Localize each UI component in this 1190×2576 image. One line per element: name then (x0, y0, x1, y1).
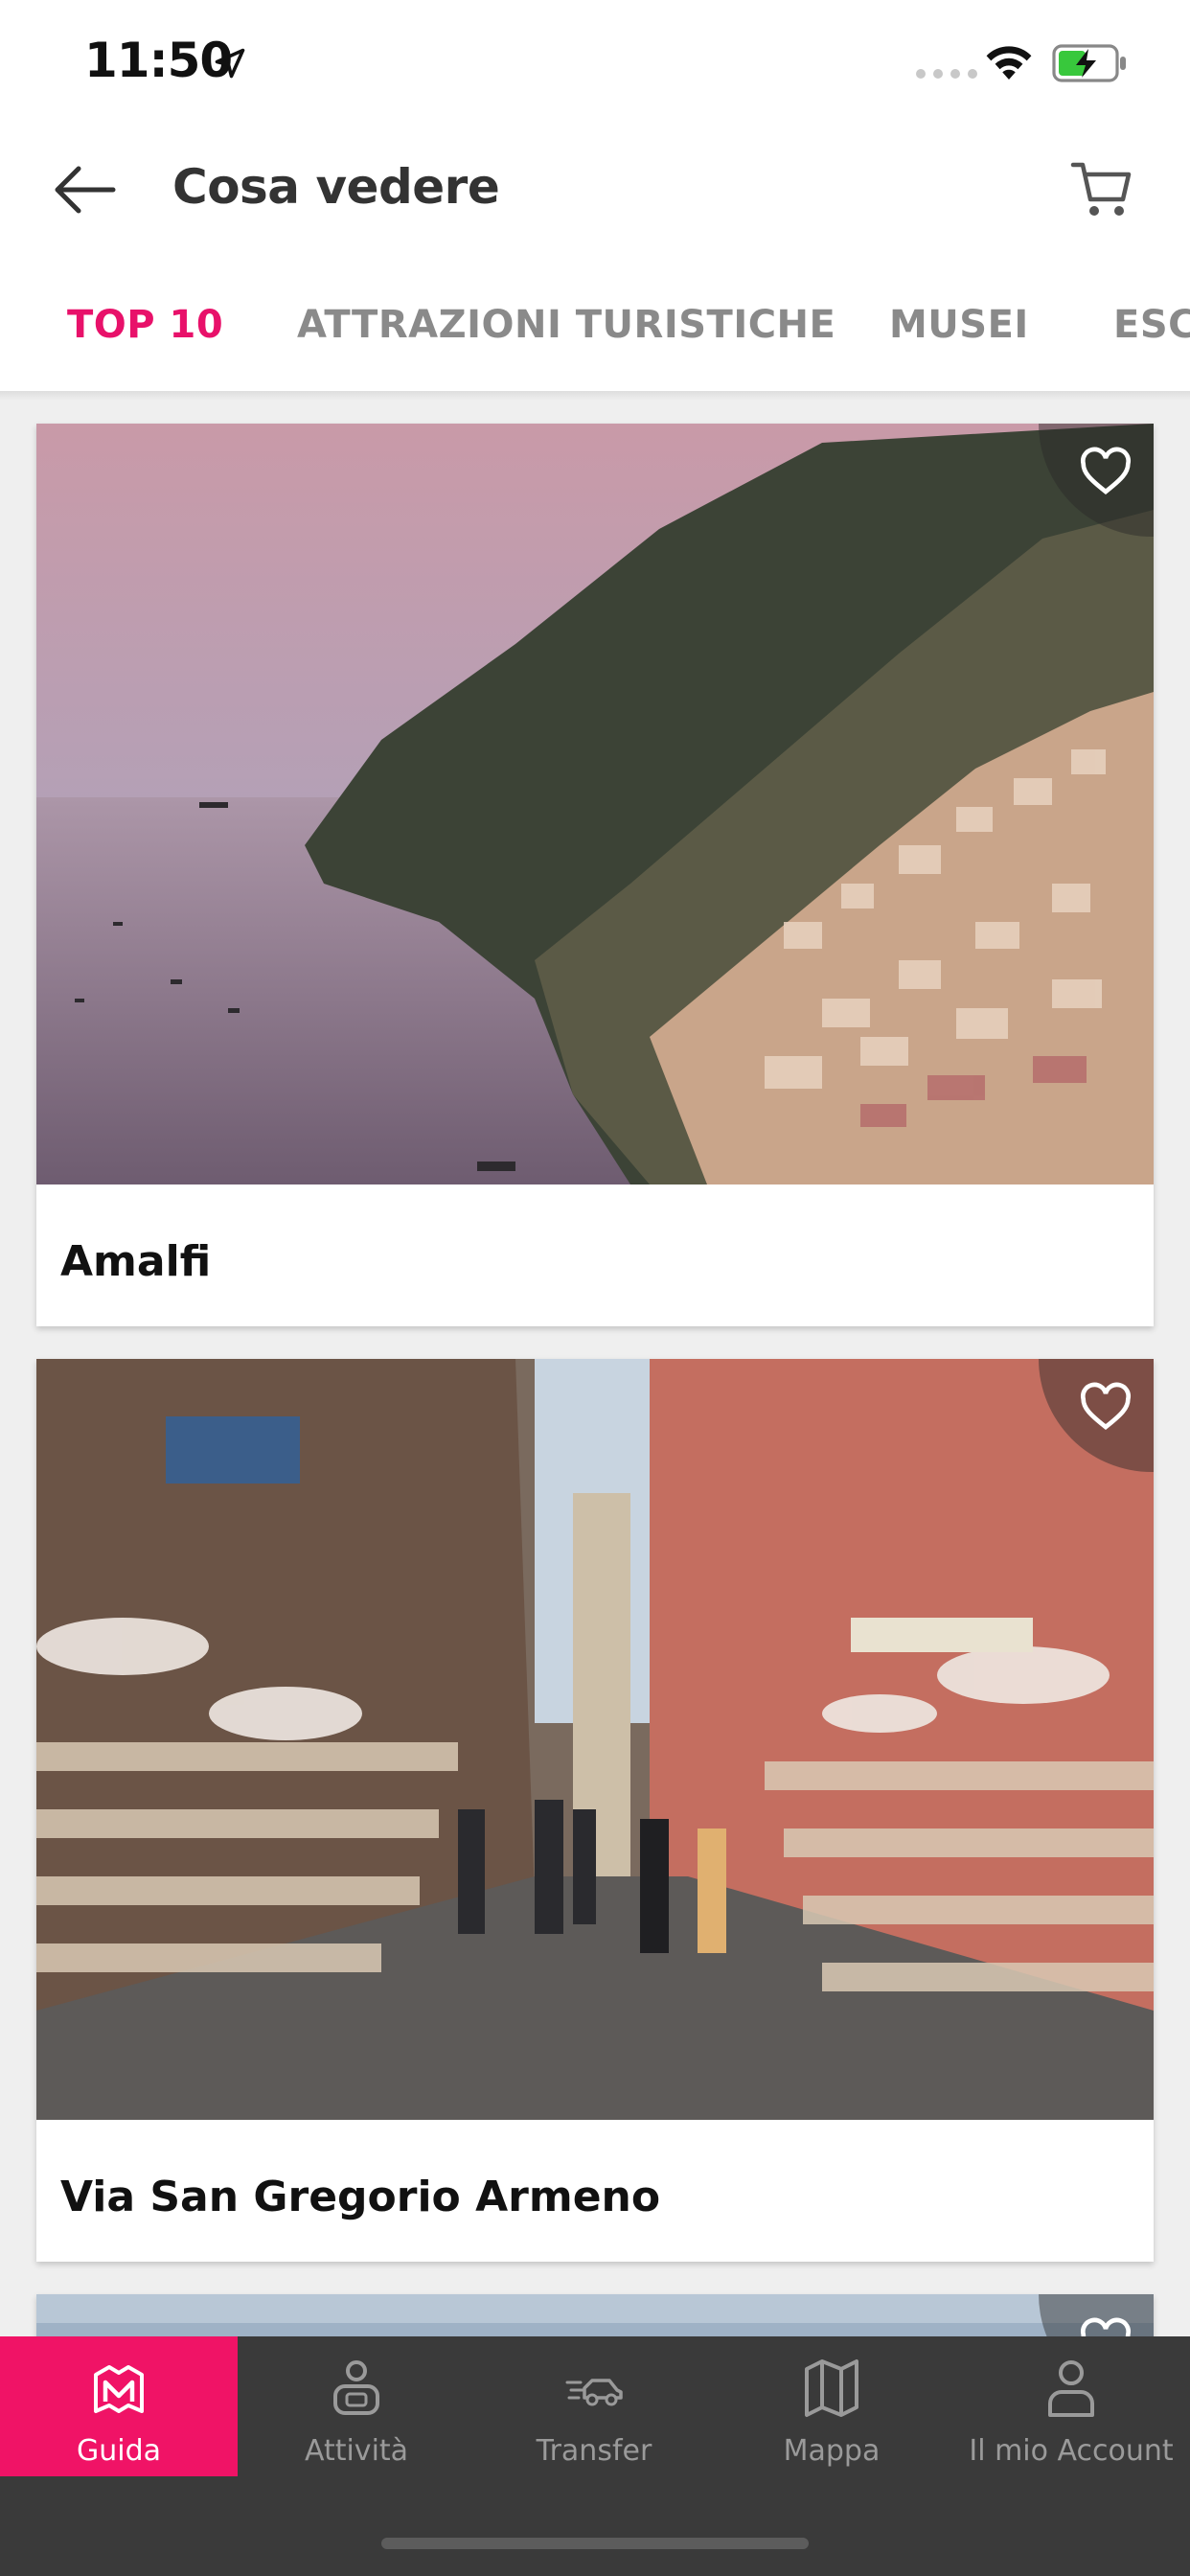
activity-person-icon (333, 2360, 379, 2415)
nav-label: Mappa (783, 2434, 881, 2468)
nav-attivita[interactable]: Attività (238, 2336, 475, 2476)
tab-musei[interactable]: MUSEI (889, 303, 1029, 347)
card-title: Amalfi (60, 1237, 212, 1286)
cart-icon[interactable] (1069, 155, 1136, 222)
status-bar: 11:50 (0, 0, 1190, 126)
nav-guida[interactable]: Guida (0, 2336, 238, 2476)
page-title: Cosa vedere (172, 159, 500, 215)
nav-label: Guida (76, 2434, 162, 2468)
tab-esc[interactable]: ESC (1113, 303, 1190, 347)
home-indicator[interactable] (381, 2538, 809, 2549)
nav-label: Il mio Account (969, 2434, 1174, 2468)
battery-charging-icon (1052, 44, 1126, 82)
card-title: Via San Gregorio Armeno (60, 2173, 661, 2221)
cellular-signal-icon (916, 69, 977, 79)
account-person-icon (1048, 2360, 1094, 2417)
heart-icon (1080, 1382, 1132, 1430)
nav-label: Transfer (536, 2434, 652, 2468)
folded-map-icon (805, 2359, 858, 2417)
card-image (36, 1359, 1154, 2120)
heart-icon (1080, 447, 1132, 494)
status-time: 11:50 (84, 33, 233, 88)
tab-top-10[interactable]: TOP 10 (67, 303, 223, 347)
wifi-icon (986, 46, 1032, 80)
card-image (36, 424, 1154, 1184)
car-transfer-icon (565, 2379, 623, 2406)
back-arrow-icon[interactable] (50, 161, 117, 218)
nav-account[interactable]: Il mio Account (952, 2336, 1190, 2476)
nav-mappa[interactable]: Mappa (713, 2336, 950, 2476)
app-header: Cosa vedere (0, 126, 1190, 251)
nav-transfer[interactable]: Transfer (475, 2336, 713, 2476)
attraction-card[interactable]: Amalfi (36, 424, 1154, 1326)
map-m-icon (94, 2365, 144, 2413)
location-arrow-icon (215, 48, 245, 79)
attraction-card[interactable]: Via San Gregorio Armeno (36, 1359, 1154, 2262)
tab-attrazioni-turistiche[interactable]: ATTRAZIONI TURISTICHE (297, 303, 835, 347)
category-tabs: TOP 10 ATTRAZIONI TURISTICHE MUSEI ESC (0, 251, 1190, 393)
nav-label: Attività (304, 2434, 409, 2468)
